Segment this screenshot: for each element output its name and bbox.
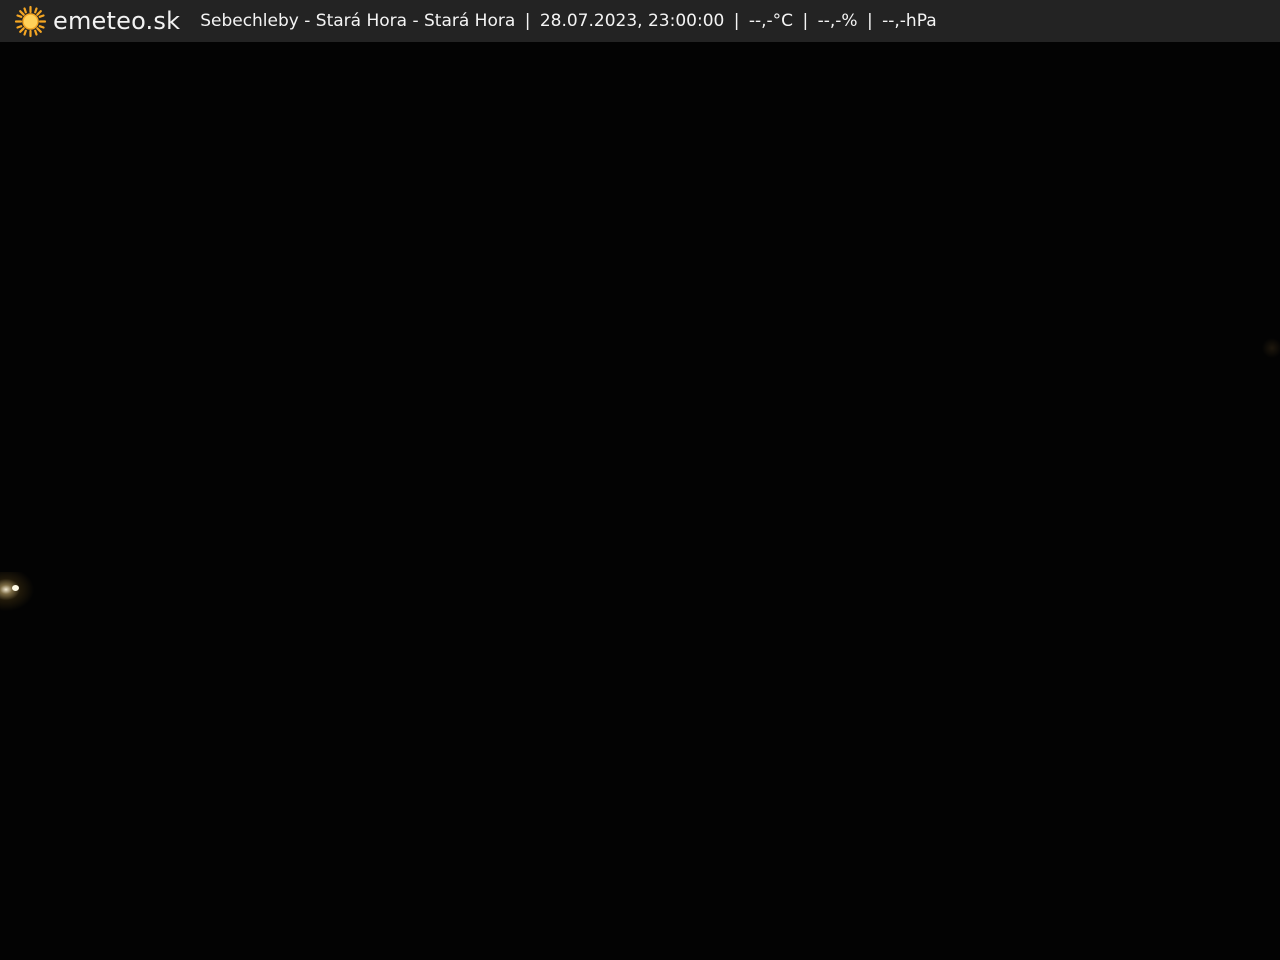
separator: | xyxy=(866,11,873,31)
timestamp: 28.07.2023, 23:00:00 xyxy=(539,11,725,31)
pressure-value: --,-hPa xyxy=(882,11,937,31)
logo-text: emeteo.sk xyxy=(53,7,181,35)
webcam-image xyxy=(0,42,1280,960)
faint-light xyxy=(1262,338,1280,358)
emeteo-logo[interactable]: emeteo.sk xyxy=(14,0,180,42)
temperature-value: --,-°C xyxy=(748,11,794,31)
distant-light xyxy=(12,585,19,591)
info-bar: emeteo.sk Sebechleby - Stará Hora - Star… xyxy=(0,0,1280,42)
separator: | xyxy=(524,11,531,31)
humidity-value: --,-% xyxy=(817,11,858,31)
camera-caption: Sebechleby - Stará Hora - Stará Hora | 2… xyxy=(200,0,936,42)
distant-light-glow xyxy=(0,572,48,622)
sun-icon xyxy=(14,5,47,38)
separator: | xyxy=(802,11,809,31)
location-name: Sebechleby - Stará Hora - Stará Hora xyxy=(200,11,516,31)
webcam-frame: emeteo.sk Sebechleby - Stará Hora - Star… xyxy=(0,0,1280,960)
separator: | xyxy=(733,11,740,31)
